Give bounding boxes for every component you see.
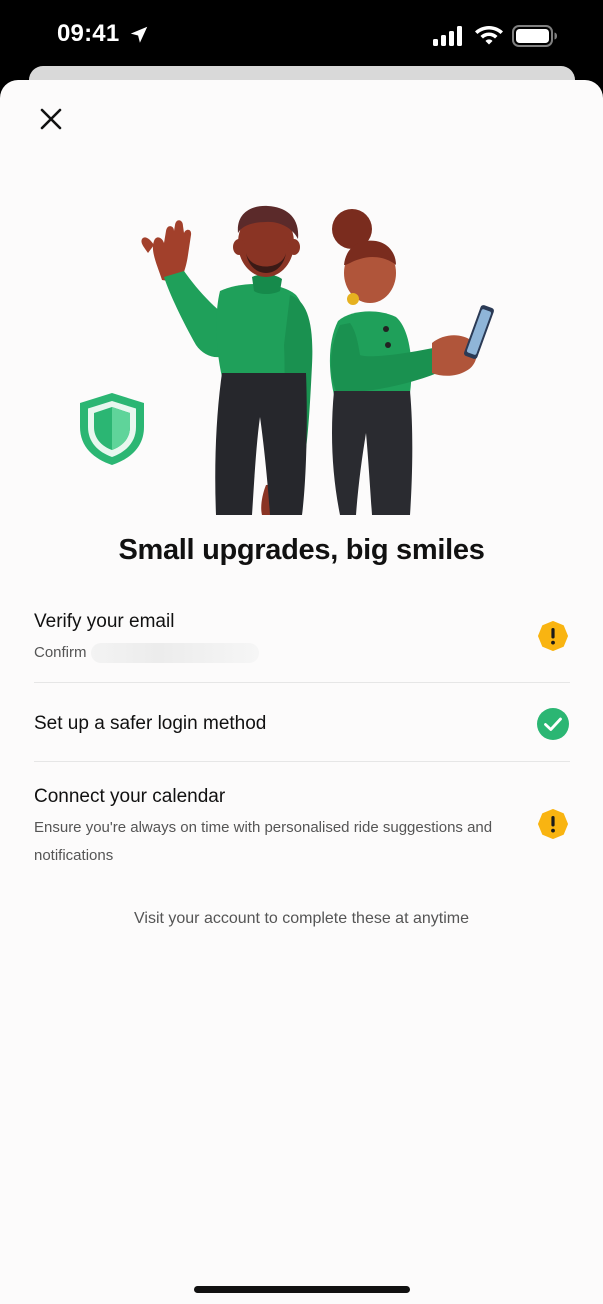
divider bbox=[34, 761, 570, 762]
warning-icon bbox=[538, 621, 568, 651]
battery-icon bbox=[512, 25, 557, 47]
location-arrow-icon bbox=[130, 26, 148, 43]
status-time: 09:41 bbox=[57, 20, 120, 47]
close-icon[interactable] bbox=[36, 104, 66, 134]
footer-note: Visit your account to complete these at … bbox=[134, 910, 469, 927]
shield-icon bbox=[80, 393, 144, 465]
task-title: Connect your calendar bbox=[34, 786, 226, 807]
wifi-icon bbox=[475, 26, 503, 45]
status-bar: 09:41 bbox=[0, 0, 603, 70]
page-title: Small upgrades, big smiles bbox=[118, 534, 485, 566]
task-subtitle-text: Confirm bbox=[34, 644, 87, 661]
two-people-illustration bbox=[80, 205, 494, 515]
task-subtitle: Confirm bbox=[34, 639, 570, 667]
divider bbox=[34, 682, 570, 683]
task-title: Verify your email bbox=[34, 611, 175, 632]
task-row-verify-email[interactable]: Verify your email Confirm bbox=[34, 611, 570, 667]
warning-icon bbox=[538, 809, 568, 839]
home-indicator[interactable] bbox=[194, 1286, 410, 1293]
task-row-connect-calendar[interactable]: Connect your calendar Ensure you're alwa… bbox=[34, 786, 570, 870]
cellular-signal-icon bbox=[433, 26, 462, 46]
redacted-email bbox=[90, 643, 259, 664]
task-title: Set up a safer login method bbox=[34, 713, 267, 734]
task-row-safer-login[interactable]: Set up a safer login method bbox=[34, 713, 570, 735]
check-circle-icon bbox=[537, 708, 569, 740]
task-subtitle: Ensure you're always on time with person… bbox=[34, 819, 493, 864]
